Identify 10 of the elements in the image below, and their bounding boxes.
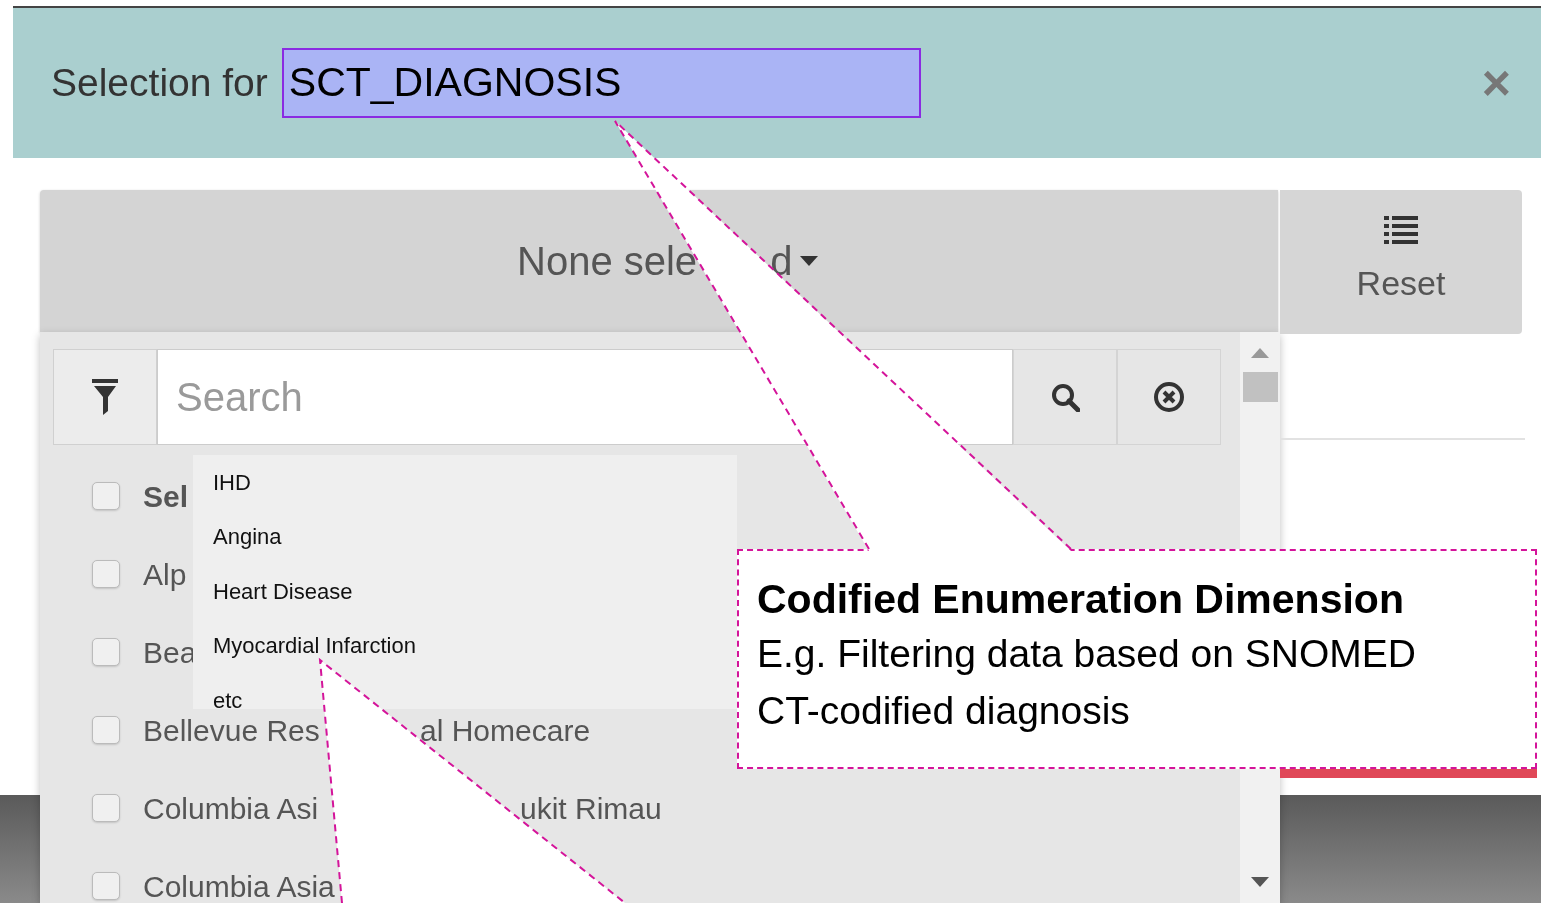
callout-text: E.g. Filtering data based on SNOMED — [757, 631, 1417, 678]
callout-title: Codified Enumeration Dimension — [757, 575, 1405, 624]
example-value: IHD — [213, 468, 251, 497]
example-value: Heart Disease — [213, 577, 353, 606]
example-value: etc — [213, 686, 243, 709]
highlighted-field-name: SCT_DIAGNOSIS — [281, 48, 921, 118]
example-value: Myocardial Infarction — [213, 632, 416, 661]
dialog-title: Selection for — [51, 59, 268, 106]
callout-text: CT-codified diagnosis — [757, 687, 1131, 734]
example-value: Angina — [213, 523, 282, 552]
